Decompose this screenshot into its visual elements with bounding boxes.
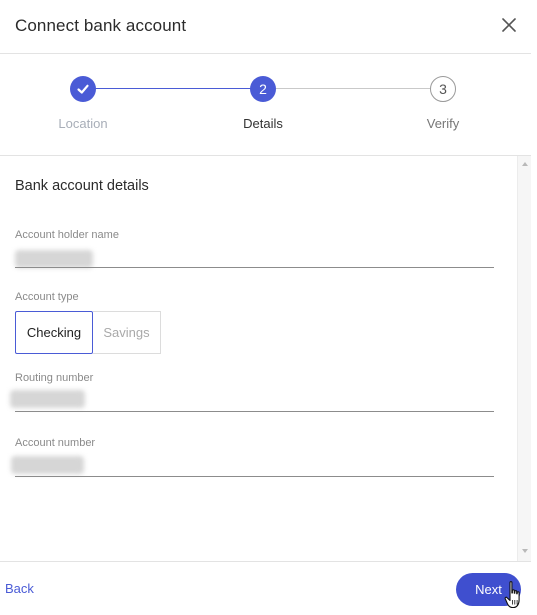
savings-option[interactable]: Savings	[93, 311, 161, 354]
step-2-marker: 2	[250, 76, 276, 102]
account-holder-name-field[interactable]: Account holder name	[15, 229, 494, 269]
routing-number-label: Routing number	[15, 372, 94, 384]
next-button[interactable]: Next	[456, 573, 521, 606]
step-3-marker: 3	[430, 76, 456, 102]
checking-option[interactable]: Checking	[15, 311, 93, 354]
account-type-label: Account type	[15, 291, 79, 303]
back-button[interactable]: Back	[5, 581, 34, 596]
form-content: Bank account details Account holder name…	[0, 156, 517, 561]
step-2-label: Details	[243, 116, 283, 131]
account-holder-name-value-redacted	[15, 250, 93, 268]
section-title: Bank account details	[15, 178, 149, 194]
step-1-marker	[70, 76, 96, 102]
step-1-label: Location	[58, 116, 108, 131]
account-number-field[interactable]: Account number	[11, 437, 494, 477]
routing-number-field[interactable]: Routing number	[10, 372, 494, 412]
content-scrollbar[interactable]	[517, 156, 531, 561]
progress-stepper: 2 3 Location Details Verify	[0, 54, 531, 156]
connect-bank-dialog: Connect bank account 2 3 Location Detail…	[0, 0, 537, 615]
stepper-line-complete	[95, 88, 251, 89]
step-3-label: Verify	[426, 116, 460, 131]
scroll-up-arrow-icon[interactable]	[522, 162, 528, 166]
stepper-line-upcoming	[275, 88, 430, 89]
account-number-value-redacted	[11, 456, 84, 474]
check-icon	[77, 84, 89, 94]
account-holder-name-label: Account holder name	[15, 229, 119, 241]
field-underline	[15, 267, 494, 268]
scroll-down-arrow-icon[interactable]	[522, 549, 528, 553]
account-number-label: Account number	[15, 437, 96, 449]
dialog-title: Connect bank account	[15, 16, 187, 35]
dialog-footer: Back Next	[0, 561, 531, 615]
field-underline	[15, 411, 494, 412]
dialog-header: Connect bank account	[0, 0, 531, 54]
close-icon[interactable]	[498, 14, 520, 36]
routing-number-value-redacted	[10, 390, 85, 408]
account-type-toggle: Checking Savings	[15, 311, 161, 354]
field-underline	[15, 476, 494, 477]
